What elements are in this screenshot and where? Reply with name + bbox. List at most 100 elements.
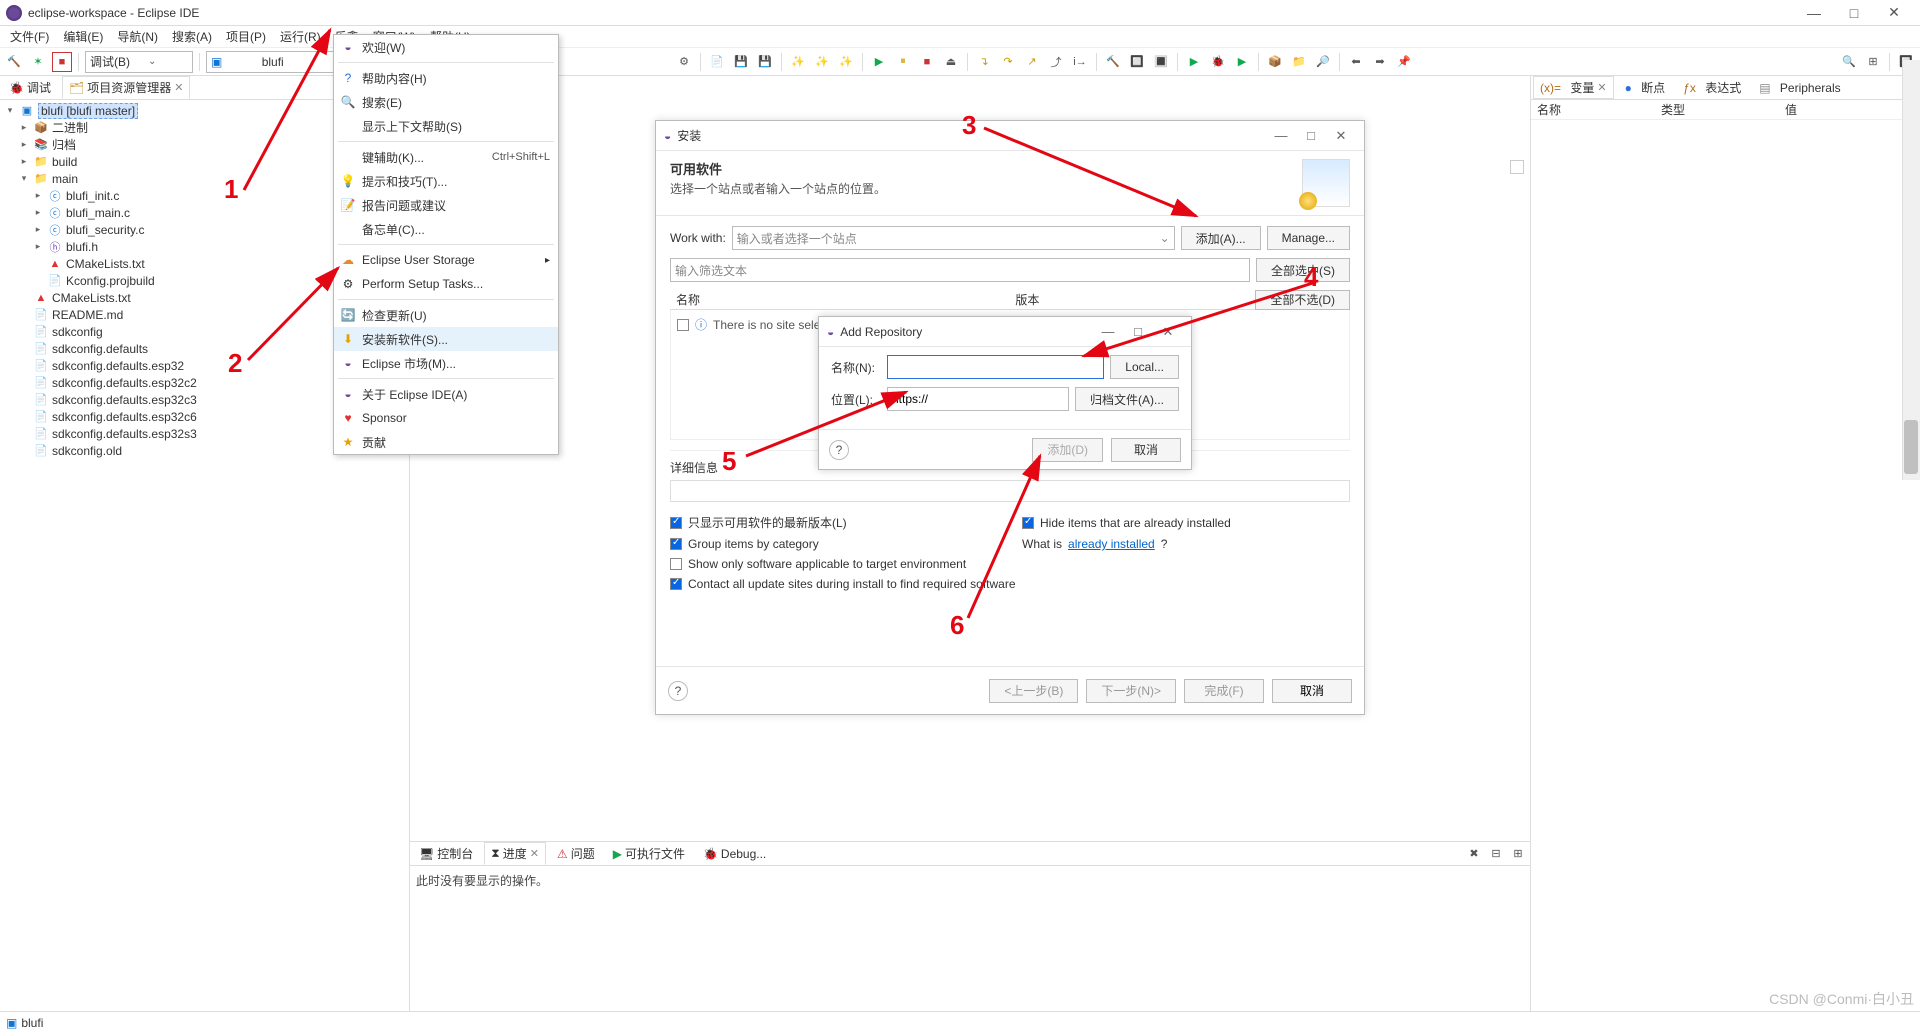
menu-update[interactable]: 🔄检查更新(U) <box>334 303 558 327</box>
opt-latest[interactable]: 只显示可用软件的最新版本(L) <box>670 514 998 531</box>
tab-progress[interactable]: ⧗进度✕ <box>484 842 546 865</box>
board-icon[interactable]: 🔳 <box>1151 52 1171 72</box>
tab-variables[interactable]: (x)= 变量✕ <box>1533 76 1614 99</box>
manage-button[interactable]: Manage... <box>1267 226 1350 250</box>
menu-setup[interactable]: ⚙Perform Setup Tasks... <box>334 272 558 296</box>
min-button[interactable]: — <box>1093 324 1123 339</box>
checkbox[interactable] <box>677 319 689 331</box>
opt-target[interactable]: Show only software applicable to target … <box>670 557 998 571</box>
menu-about[interactable]: ◒关于 Eclipse IDE(A) <box>334 382 558 406</box>
already-installed-link[interactable]: already installed <box>1068 537 1155 551</box>
menu-project[interactable]: 项目(P) <box>220 26 272 47</box>
min-button[interactable]: — <box>1266 128 1296 143</box>
help-button[interactable]: ? <box>829 440 849 460</box>
workwith-combo[interactable]: 输入或者选择一个站点⌄ <box>732 226 1175 250</box>
tree-file[interactable]: blufi_security.c <box>66 223 144 237</box>
folder-icon[interactable]: 📁 <box>1289 52 1309 72</box>
menu-install[interactable]: ⬇安装新软件(S)... <box>334 327 558 351</box>
debug-combo[interactable]: 调试(B)⌄ <box>85 51 193 73</box>
wand2-icon[interactable]: ✨ <box>812 52 832 72</box>
chip-icon[interactable]: 🔲 <box>1127 52 1147 72</box>
persp-open-icon[interactable]: ⊞ <box>1863 52 1883 72</box>
tree-file[interactable]: blufi.h <box>66 240 98 254</box>
menu-tips[interactable]: 💡提示和技巧(T)... <box>334 169 558 193</box>
min-button[interactable]: — <box>1794 1 1834 25</box>
hammer2-icon[interactable]: 🔨 <box>1103 52 1123 72</box>
tree-file[interactable]: sdkconfig.defaults <box>52 342 148 356</box>
disconnect-icon[interactable]: ⏏ <box>941 52 961 72</box>
close-button[interactable]: ✕ <box>1153 324 1183 340</box>
tree-file[interactable]: blufi_init.c <box>66 189 119 203</box>
tree-file[interactable]: sdkconfig.defaults.esp32c6 <box>52 410 197 424</box>
wand-icon[interactable]: ✨ <box>788 52 808 72</box>
menu-file[interactable]: 文件(F) <box>4 26 55 47</box>
stop2-icon[interactable]: ■ <box>917 52 937 72</box>
menu-shortcuts[interactable]: 键辅助(K)...Ctrl+Shift+L <box>334 145 558 169</box>
tree-folder[interactable]: 归档 <box>52 136 76 153</box>
tab-debug[interactable]: 🐞Debug... <box>696 844 773 864</box>
menu-sponsor[interactable]: ♥Sponsor <box>334 406 558 430</box>
tab-console[interactable]: 🖥控制台 <box>412 842 480 865</box>
add-button[interactable]: 添加(D) <box>1032 438 1103 462</box>
archive-button[interactable]: 归档文件(A)... <box>1075 387 1179 411</box>
tree-file[interactable]: sdkconfig.old <box>52 444 122 458</box>
tree-file[interactable]: sdkconfig.defaults.esp32 <box>52 359 184 373</box>
clear-icon[interactable]: ✖ <box>1464 844 1484 864</box>
blufi-combo[interactable]: ▣ blufi⌄ <box>206 51 346 73</box>
add-site-button[interactable]: 添加(A)... <box>1181 226 1261 250</box>
tab-exec[interactable]: ▶可执行文件 <box>606 842 692 865</box>
tree-file[interactable]: Kconfig.projbuild <box>66 274 155 288</box>
menu-edit[interactable]: 编辑(E) <box>57 26 109 47</box>
max-button[interactable]: □ <box>1123 324 1153 339</box>
cancel-button[interactable]: 取消 <box>1111 438 1181 462</box>
tree-file[interactable]: sdkconfig.defaults.esp32c3 <box>52 393 197 407</box>
ext-icon[interactable]: ▶ <box>1232 52 1252 72</box>
menu-storage[interactable]: ☁Eclipse User Storage▸ <box>334 248 558 272</box>
tree-file[interactable]: CMakeLists.txt <box>52 291 131 305</box>
bug-icon[interactable]: ✶ <box>28 52 48 72</box>
stepover-icon[interactable]: ↷ <box>998 52 1018 72</box>
srch-icon[interactable]: 🔎 <box>1313 52 1333 72</box>
tree-folder[interactable]: main <box>52 172 78 186</box>
menu-search[interactable]: 搜索(A) <box>166 26 218 47</box>
tab-peripherals[interactable]: ▤ Peripherals <box>1752 78 1847 98</box>
filter-input[interactable]: 输入筛选文本 <box>670 258 1250 282</box>
min-icon[interactable]: ⊟ <box>1486 844 1506 864</box>
close-icon[interactable]: ✕ <box>530 847 539 860</box>
menu-nav[interactable]: 导航(N) <box>111 26 164 47</box>
stop-icon[interactable]: ■ <box>52 52 72 72</box>
play-icon[interactable]: ▶ <box>869 52 889 72</box>
tree-file[interactable]: blufi_main.c <box>66 206 130 220</box>
opt-group[interactable]: Group items by category <box>670 537 998 551</box>
tab-problems[interactable]: ⚠问题 <box>550 842 602 865</box>
next-button[interactable]: 下一步(N)> <box>1086 679 1176 703</box>
tree-file[interactable]: README.md <box>52 308 123 322</box>
fwd-icon[interactable]: ➡ <box>1370 52 1390 72</box>
stepout-icon[interactable]: ↗ <box>1022 52 1042 72</box>
close-button[interactable]: ✕ <box>1874 1 1914 25</box>
close-button[interactable]: ✕ <box>1326 128 1356 144</box>
loc-input[interactable]: https:// <box>887 387 1069 411</box>
deselect-all-button[interactable]: 全部不选(D) <box>1255 290 1350 310</box>
debug2-icon[interactable]: 🐞 <box>1208 52 1228 72</box>
menu-market[interactable]: ◒Eclipse 市场(M)... <box>334 351 558 375</box>
tab-breakpoints[interactable]: ● 断点 <box>1618 76 1673 99</box>
menu-context[interactable]: 显示上下文帮助(S) <box>334 114 558 138</box>
min-editor-icon[interactable] <box>1510 160 1524 174</box>
close-icon[interactable]: ✕ <box>174 81 183 94</box>
tree-root[interactable]: blufi [blufi master] <box>38 103 138 119</box>
opt-hide[interactable]: Hide items that are already installed <box>1022 514 1350 531</box>
prev-button[interactable]: <上一步(B) <box>989 679 1078 703</box>
finish-button[interactable]: 完成(F) <box>1184 679 1264 703</box>
hammer-icon[interactable]: 🔨 <box>4 52 24 72</box>
menu-report[interactable]: 📝报告问题或建议 <box>334 193 558 217</box>
pkg-icon[interactable]: 📦 <box>1265 52 1285 72</box>
gear-icon[interactable]: ⚙ <box>674 52 694 72</box>
name-input[interactable] <box>887 355 1104 379</box>
select-all-button[interactable]: 全部选中(S) <box>1256 258 1350 282</box>
max-button[interactable]: □ <box>1296 128 1326 143</box>
tree-file[interactable]: sdkconfig.defaults.esp32s3 <box>52 427 197 441</box>
opt-contact[interactable]: Contact all update sites during install … <box>670 577 1350 591</box>
tab-expressions[interactable]: ƒx 表达式 <box>1676 76 1748 99</box>
menu-help[interactable]: ?帮助内容(H) <box>334 66 558 90</box>
